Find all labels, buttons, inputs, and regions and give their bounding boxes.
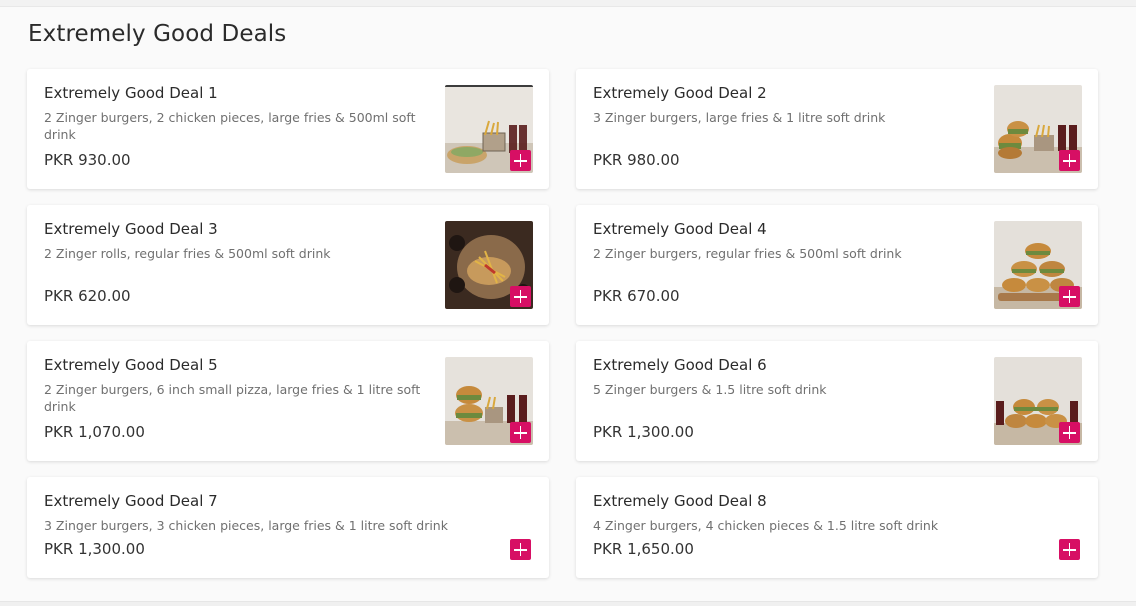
deal-description: 2 Zinger burgers, 2 chicken pieces, larg… xyxy=(44,110,416,142)
deal-description: 2 Zinger rolls, regular fries & 500ml so… xyxy=(44,246,331,261)
deal-card-4[interactable]: Extremely Good Deal 4 2 Zinger burgers, … xyxy=(576,205,1098,325)
deal-title: Extremely Good Deal 3 xyxy=(44,220,218,238)
add-to-cart-button[interactable] xyxy=(1059,150,1080,171)
deal-price: PKR 1,650.00 xyxy=(593,540,694,558)
add-to-cart-button[interactable] xyxy=(510,150,531,171)
add-to-cart-button[interactable] xyxy=(510,539,531,560)
deal-card-6[interactable]: Extremely Good Deal 6 5 Zinger burgers &… xyxy=(576,341,1098,461)
deal-title: Extremely Good Deal 5 xyxy=(44,356,218,374)
deal-title: Extremely Good Deal 2 xyxy=(593,84,767,102)
deals-section: Extremely Good Deals Extremely Good Deal… xyxy=(0,7,1136,602)
deal-title: Extremely Good Deal 4 xyxy=(593,220,767,238)
top-divider xyxy=(0,0,1136,7)
deal-price: PKR 1,070.00 xyxy=(44,423,145,441)
deal-price: PKR 980.00 xyxy=(593,151,680,169)
deal-description: 2 Zinger burgers, 6 inch small pizza, la… xyxy=(44,382,421,414)
add-to-cart-button[interactable] xyxy=(1059,422,1080,443)
deal-description: 2 Zinger burgers, regular fries & 500ml … xyxy=(593,246,902,261)
add-to-cart-button[interactable] xyxy=(510,422,531,443)
bottom-divider xyxy=(0,601,1136,606)
section-title: Extremely Good Deals xyxy=(28,21,287,47)
deal-card-2[interactable]: Extremely Good Deal 2 3 Zinger burgers, … xyxy=(576,69,1098,189)
deal-price: PKR 1,300.00 xyxy=(593,423,694,441)
deal-card-8[interactable]: Extremely Good Deal 8 4 Zinger burgers, … xyxy=(576,477,1098,578)
deal-title: Extremely Good Deal 8 xyxy=(593,492,767,510)
deal-price: PKR 620.00 xyxy=(44,287,131,305)
deal-price: PKR 1,300.00 xyxy=(44,540,145,558)
deal-description: 3 Zinger burgers, large fries & 1 litre … xyxy=(593,110,886,125)
deal-description: 4 Zinger burgers, 4 chicken pieces & 1.5… xyxy=(593,518,939,533)
add-to-cart-button[interactable] xyxy=(1059,286,1080,307)
deal-card-5[interactable]: Extremely Good Deal 5 2 Zinger burgers, … xyxy=(27,341,549,461)
deal-card-1[interactable]: Extremely Good Deal 1 2 Zinger burgers, … xyxy=(27,69,549,189)
deal-title: Extremely Good Deal 7 xyxy=(44,492,218,510)
deal-card-7[interactable]: Extremely Good Deal 7 3 Zinger burgers, … xyxy=(27,477,549,578)
deal-price: PKR 930.00 xyxy=(44,151,131,169)
deal-description: 5 Zinger burgers & 1.5 litre soft drink xyxy=(593,382,827,397)
deal-price: PKR 670.00 xyxy=(593,287,680,305)
add-to-cart-button[interactable] xyxy=(1059,539,1080,560)
add-to-cart-button[interactable] xyxy=(510,286,531,307)
deal-description: 3 Zinger burgers, 3 chicken pieces, larg… xyxy=(44,518,448,533)
deal-title: Extremely Good Deal 1 xyxy=(44,84,218,102)
deal-title: Extremely Good Deal 6 xyxy=(593,356,767,374)
deal-card-3[interactable]: Extremely Good Deal 3 2 Zinger rolls, re… xyxy=(27,205,549,325)
